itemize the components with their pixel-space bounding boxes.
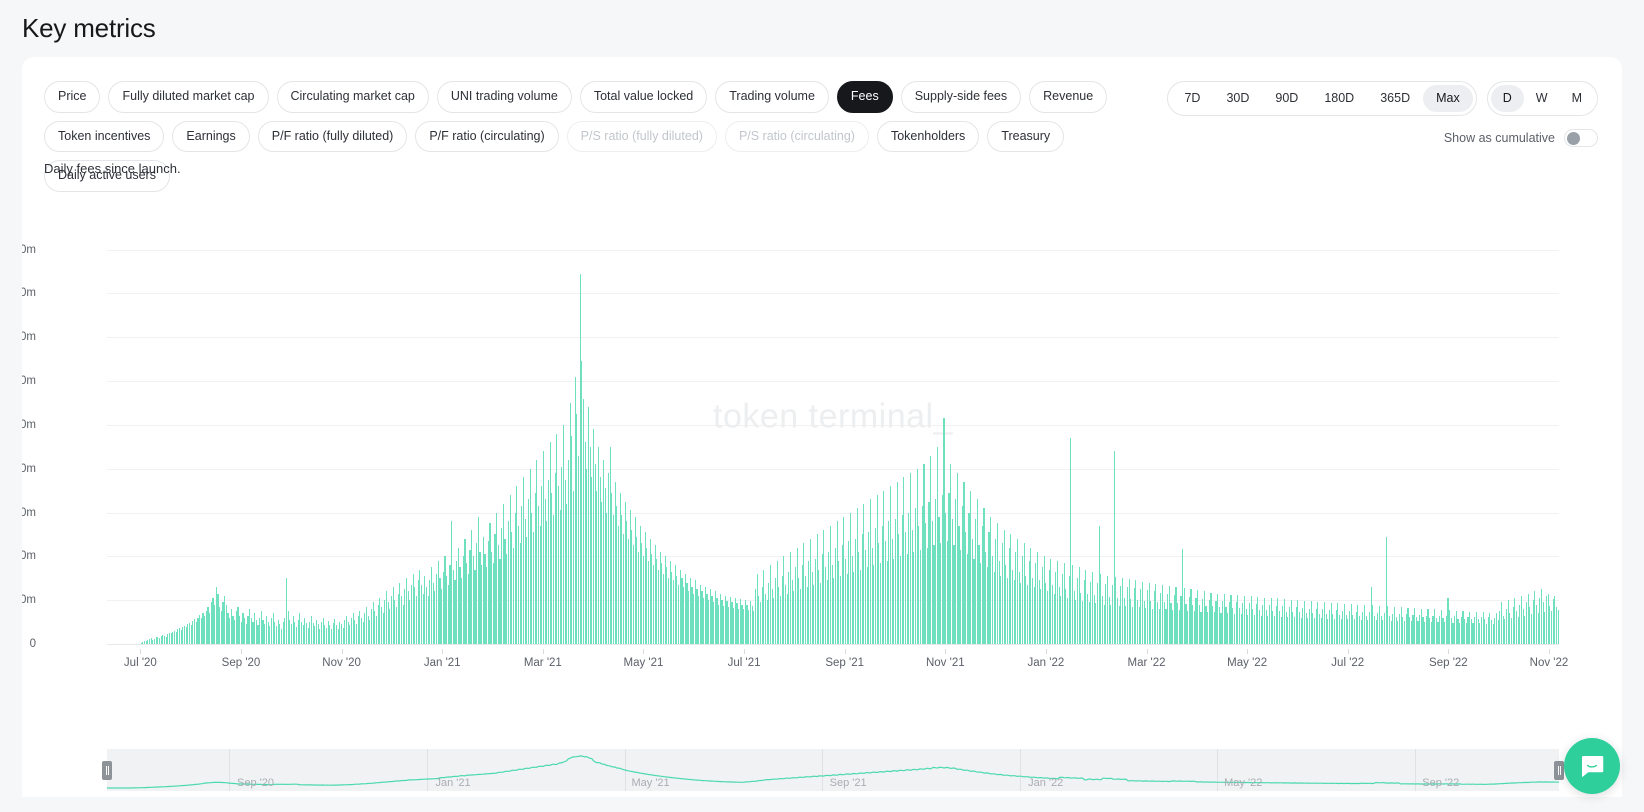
range-btn-180d[interactable]: 180D (1311, 85, 1367, 112)
x-tick-mark (542, 649, 544, 654)
x-tick-mark (1448, 649, 1450, 654)
frequency-selector[interactable]: DWM (1486, 81, 1598, 116)
range-btn-90d[interactable]: 90D (1262, 85, 1311, 112)
x-tick-label: Jan '21 (423, 657, 461, 669)
x-tick-label: Jul '20 (123, 657, 157, 669)
chart-subtitle: Daily fees since launch. (44, 161, 181, 176)
range-btn-30d[interactable]: 30D (1213, 85, 1262, 112)
navigator-tick-label: Sep '22 (1422, 777, 1460, 789)
metric-chip-tokenholders[interactable]: Tokenholders (876, 120, 980, 152)
x-tick-label: Sep '21 (825, 657, 864, 669)
metric-chip-revenue[interactable]: Revenue (1029, 81, 1108, 113)
navigator-handle-right[interactable] (1554, 761, 1564, 780)
x-tick-label: Jul '21 (727, 657, 761, 669)
gridline (107, 644, 1559, 645)
y-tick-label: $4.0m (22, 550, 36, 563)
x-tick-mark (643, 649, 645, 654)
cumulative-label: Show as cumulative (1443, 131, 1555, 145)
chart-area: 0 $2.0m $4.0m $6.0m $8.0m $10.0m $12.0m $14.0m $… (22, 212, 1622, 742)
y-tick-label: $6.0m (22, 506, 36, 519)
cumulative-toggle-row: Show as cumulative (1444, 129, 1598, 147)
y-tick-label: $18.0m (22, 243, 36, 256)
metric-chip-treasury[interactable]: Treasury (987, 120, 1065, 152)
metric-chip-uni-trading-volume[interactable]: UNI trading volume (436, 81, 572, 113)
x-tick-label: Nov '21 (925, 657, 965, 669)
x-tick-label: Jan '22 (1027, 657, 1065, 669)
toggle-knob (1567, 132, 1580, 145)
metric-chip-price[interactable]: Price (44, 81, 101, 113)
range-controls: 7D 30D 90D 180D 365D Max DWM (1167, 81, 1598, 116)
x-tick-label: Nov '22 (1529, 657, 1569, 669)
navigator-tick-label: Sep '20 (236, 777, 274, 789)
x-tick-label: May '21 (623, 657, 664, 669)
x-tick-label: May '22 (1227, 657, 1268, 669)
x-tick-label: Sep '22 (1429, 657, 1468, 669)
range-btn-max[interactable]: Max (1423, 85, 1473, 112)
metric-chip-p-s-ratio-circulating: P/S ratio (circulating) (724, 120, 869, 152)
range-btn-7d[interactable]: 7D (1171, 85, 1213, 112)
metric-chip-p-f-ratio-fully-diluted[interactable]: P/F ratio (fully diluted) (257, 120, 408, 152)
y-tick-label: $12.0m (22, 375, 36, 388)
navigator-handle-left[interactable] (102, 761, 112, 780)
page-title: Key metrics (22, 13, 156, 43)
metric-chip-group: Price Fully diluted market cap Circulating… (44, 81, 1154, 192)
y-tick-label: $8.0m (22, 462, 36, 475)
range-btn-365d[interactable]: 365D (1367, 85, 1423, 112)
metric-chip-token-incentives[interactable]: Token incentives (44, 120, 165, 152)
chart-plot[interactable]: 0 $2.0m $4.0m $6.0m $8.0m $10.0m $12.0m $14.0m $… (22, 232, 1559, 650)
metric-chip-p-s-ratio-fully-diluted: P/S ratio (fully diluted) (566, 120, 717, 152)
x-tick-mark (240, 649, 242, 654)
x-tick-mark (744, 649, 746, 654)
chat-bubble-icon[interactable] (1564, 738, 1620, 794)
x-tick-mark (945, 649, 947, 654)
x-tick-label: Nov '20 (322, 657, 361, 669)
x-tick-mark (1347, 649, 1349, 654)
navigator-tick-label: May '22 (1224, 777, 1263, 789)
metric-chip-trading-volume[interactable]: Trading volume (715, 81, 829, 113)
metrics-card: Price Fully diluted market cap Circulating… (22, 57, 1622, 797)
freq-btn-w[interactable]: W (1524, 85, 1560, 112)
cumulative-toggle[interactable] (1564, 129, 1598, 147)
metric-chip-p-f-ratio-circulating[interactable]: P/F ratio (circulating) (415, 120, 559, 152)
x-tick-mark (442, 649, 444, 654)
freq-btn-d[interactable]: D (1490, 85, 1524, 112)
x-tick-mark (844, 649, 846, 654)
metric-chip-supply-side-fees[interactable]: Supply-side fees (900, 81, 1022, 113)
x-tick-mark (341, 649, 343, 654)
metric-chip-fully-diluted-market-cap[interactable]: Fully diluted market cap (108, 81, 269, 113)
bar (1557, 610, 1559, 644)
time-range-selector[interactable]: 7D 30D 90D 180D 365D Max (1167, 81, 1477, 116)
chart-navigator[interactable]: Sep '20 Jan '21 May '21 Sep '21 Jan '22 May '… (102, 749, 1564, 791)
metric-chip-fees[interactable]: Fees (836, 81, 893, 113)
metric-chip-earnings[interactable]: Earnings (172, 120, 250, 152)
x-axis-ticks: Jul '20 Sep '20 Nov '20 Jan '21 Mar '21 May '… (107, 649, 1568, 675)
bar-series-fees (107, 232, 1559, 644)
y-tick-label: $10.0m (22, 418, 36, 431)
navigator-tick-label: Sep '21 (829, 777, 867, 789)
y-tick-label: $16.0m (22, 287, 36, 300)
x-tick-label: Jul '22 (1331, 657, 1365, 669)
metric-chip-total-value-locked[interactable]: Total value locked (579, 81, 708, 113)
navigator-tick-label: Jan '21 (435, 777, 471, 789)
metric-chip-circulating-market-cap[interactable]: Circulating market cap (276, 81, 429, 113)
x-tick-mark (140, 649, 142, 654)
x-tick-mark (1247, 649, 1249, 654)
y-tick-label: $2.0m (22, 594, 36, 607)
navigator-tick-label: Jan '22 (1028, 777, 1064, 789)
x-tick-mark (1045, 649, 1047, 654)
x-tick-label: Mar '21 (523, 657, 562, 669)
y-tick-label: 0 (29, 638, 36, 650)
navigator-tick-label: May '21 (631, 777, 670, 789)
y-tick-label: $14.0m (22, 331, 36, 344)
x-tick-mark (1146, 649, 1148, 654)
x-tick-label: Mar '22 (1127, 657, 1166, 669)
freq-btn-m[interactable]: M (1560, 85, 1594, 112)
x-tick-label: Sep '20 (221, 657, 261, 669)
x-tick-mark (1548, 649, 1550, 654)
